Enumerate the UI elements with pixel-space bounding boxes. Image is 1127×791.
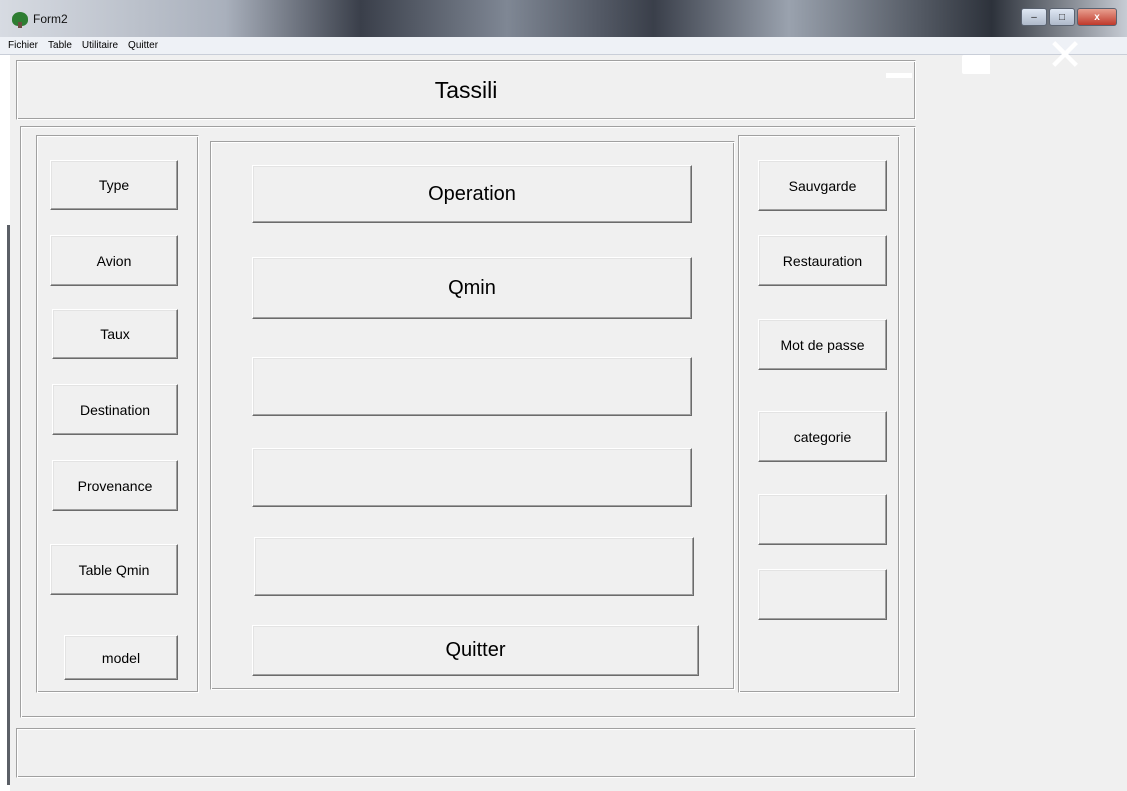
table-qmin-button[interactable]: Table Qmin <box>50 544 178 595</box>
taux-button[interactable]: Taux <box>52 309 178 359</box>
mot-de-passe-button[interactable]: Mot de passe <box>758 319 887 370</box>
window-left-edge <box>0 55 10 791</box>
type-button[interactable]: Type <box>50 160 178 210</box>
blank-right-button-1[interactable] <box>758 494 887 545</box>
blank-button-1[interactable] <box>252 357 692 416</box>
maximize-button[interactable]: □ <box>1049 8 1075 26</box>
artifact-x-icon: ✕ <box>1046 31 1084 80</box>
operation-button[interactable]: Operation <box>252 165 692 223</box>
window-titlebar[interactable]: Form2 – □ x <box>0 0 1127 37</box>
avion-button[interactable]: Avion <box>50 235 178 286</box>
minimize-button[interactable]: – <box>1021 8 1047 26</box>
qmin-button[interactable]: Qmin <box>252 257 692 319</box>
restauration-button[interactable]: Restauration <box>758 235 887 286</box>
blank-button-3[interactable] <box>254 537 694 596</box>
menu-quitter[interactable]: Quitter <box>126 40 160 51</box>
menu-fichier[interactable]: Fichier <box>6 40 40 51</box>
model-button[interactable]: model <box>64 635 178 680</box>
close-button[interactable]: x <box>1077 8 1117 26</box>
sauvgarde-button[interactable]: Sauvgarde <box>758 160 887 211</box>
window-controls: – □ x <box>1021 8 1117 26</box>
menu-utilitaire[interactable]: Utilitaire <box>80 40 120 51</box>
tree-app-icon <box>12 12 28 28</box>
quitter-button[interactable]: Quitter <box>252 625 699 676</box>
provenance-button[interactable]: Provenance <box>52 460 178 511</box>
categorie-button[interactable]: categorie <box>758 411 887 462</box>
status-panel <box>16 728 916 778</box>
blank-button-2[interactable] <box>252 448 692 507</box>
right-empty-area <box>920 55 1127 791</box>
blank-right-button-2[interactable] <box>758 569 887 620</box>
window-title: Form2 <box>33 12 68 26</box>
page-title: Tassili <box>434 77 498 103</box>
menu-bar: Fichier Table Utilitaire Quitter <box>0 37 1127 55</box>
artifact-block <box>962 55 990 74</box>
menu-table[interactable]: Table <box>46 40 74 51</box>
artifact-dash <box>886 73 912 78</box>
destination-button[interactable]: Destination <box>52 384 178 435</box>
